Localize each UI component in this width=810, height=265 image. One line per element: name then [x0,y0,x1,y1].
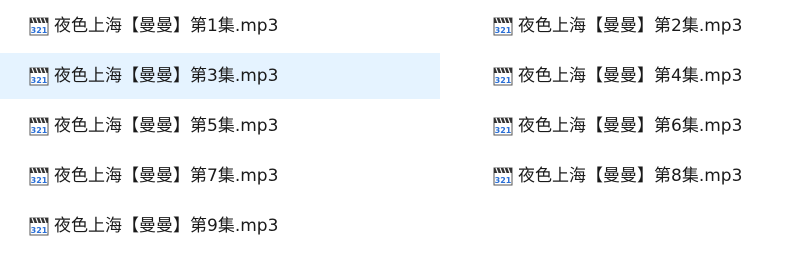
media-file-icon: 321 [29,17,49,36]
svg-text:321: 321 [31,176,48,185]
file-list: 321 夜色上海【曼曼】第1集.mp3 321 夜色上海【曼曼】第2集.mp3 … [0,0,810,265]
file-item[interactable]: 321 夜色上海【曼曼】第6集.mp3 [464,103,810,149]
media-file-icon: 321 [29,117,49,136]
svg-text:321: 321 [495,126,512,135]
media-file-icon: 321 [29,67,49,86]
file-item-selected[interactable]: 321 夜色上海【曼曼】第3集.mp3 [0,53,440,99]
media-file-icon: 321 [493,117,513,136]
file-name: 夜色上海【曼曼】第1集.mp3 [54,16,279,36]
svg-text:321: 321 [495,26,512,35]
file-name: 夜色上海【曼曼】第5集.mp3 [54,116,279,136]
file-name: 夜色上海【曼曼】第4集.mp3 [518,66,743,86]
media-file-icon: 321 [29,217,49,236]
file-name: 夜色上海【曼曼】第7集.mp3 [54,166,279,186]
file-item[interactable]: 321 夜色上海【曼曼】第7集.mp3 [0,153,440,199]
svg-text:321: 321 [31,76,48,85]
file-item[interactable]: 321 夜色上海【曼曼】第5集.mp3 [0,103,440,149]
file-item[interactable]: 321 夜色上海【曼曼】第2集.mp3 [464,3,810,49]
svg-text:321: 321 [495,176,512,185]
svg-text:321: 321 [495,76,512,85]
file-item[interactable]: 321 夜色上海【曼曼】第4集.mp3 [464,53,810,99]
file-item[interactable]: 321 夜色上海【曼曼】第9集.mp3 [0,203,440,249]
media-file-icon: 321 [29,167,49,186]
svg-text:321: 321 [31,26,48,35]
svg-text:321: 321 [31,226,48,235]
file-name: 夜色上海【曼曼】第9集.mp3 [54,216,279,236]
file-name: 夜色上海【曼曼】第8集.mp3 [518,166,743,186]
file-name: 夜色上海【曼曼】第3集.mp3 [54,66,279,86]
svg-text:321: 321 [31,126,48,135]
media-file-icon: 321 [493,67,513,86]
file-name: 夜色上海【曼曼】第6集.mp3 [518,116,743,136]
file-name: 夜色上海【曼曼】第2集.mp3 [518,16,743,36]
media-file-icon: 321 [493,167,513,186]
file-item[interactable]: 321 夜色上海【曼曼】第1集.mp3 [0,3,440,49]
media-file-icon: 321 [493,17,513,36]
file-item[interactable]: 321 夜色上海【曼曼】第8集.mp3 [464,153,810,199]
